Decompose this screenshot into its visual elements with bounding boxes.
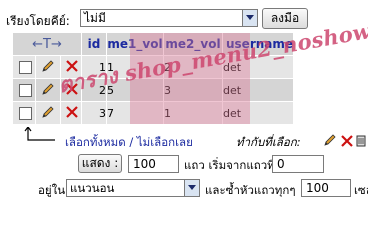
chevron-down-icon[interactable] — [184, 180, 199, 196]
check-all-links: เลือกทั้งหมด / ไม่เลือกเลย — [65, 134, 193, 152]
in-label: อยู่ใน — [38, 183, 66, 197]
pencil-icon[interactable] — [41, 82, 55, 99]
row-checkbox[interactable] — [19, 83, 32, 97]
cell-id: 3 — [82, 102, 106, 124]
check-all-link[interactable]: เลือกทั้งหมด — [65, 135, 126, 149]
rows-from-label: แถว เริ่มจากแถวที่ — [184, 158, 275, 172]
display-mode-select[interactable]: แนวนอน — [66, 179, 200, 197]
cells-label: เซล — [354, 183, 368, 197]
sort-by-label: เรียงโดยคีย์: — [6, 14, 70, 28]
header-id[interactable]: id — [82, 33, 106, 55]
uncheck-all-link[interactable]: ไม่เลือกเลย — [137, 135, 193, 149]
sort-key-select[interactable]: ไม่มี — [80, 9, 258, 27]
repeat-header-input[interactable]: 100 — [301, 179, 351, 197]
display-mode-value: แนวนอน — [70, 181, 115, 195]
start-row-input[interactable]: 0 — [272, 155, 324, 173]
show-button[interactable]: แสดง : — [78, 154, 122, 173]
pencil-icon[interactable] — [323, 134, 337, 150]
row-checkbox[interactable] — [19, 60, 32, 74]
corner-arrow-icon — [23, 126, 59, 148]
bin-icon[interactable] — [356, 135, 366, 150]
delete-x-icon[interactable] — [340, 135, 353, 150]
delete-x-icon[interactable] — [66, 105, 78, 121]
chevron-down-icon[interactable] — [242, 10, 257, 26]
pencil-icon[interactable] — [41, 105, 55, 122]
repeat-header-label: และซ้ำหัวแถวทุกๆ — [205, 183, 296, 197]
with-selected-label: ทำกับที่เลือก: — [236, 135, 301, 149]
link-separator: / — [125, 135, 137, 149]
row-checkbox[interactable] — [19, 106, 32, 120]
sort-key-value: ไม่มี — [84, 11, 106, 25]
with-selected-actions — [323, 133, 366, 150]
column-arrows: ←T→ — [13, 33, 81, 55]
pencil-icon[interactable] — [41, 59, 55, 76]
row-count-input[interactable]: 100 — [128, 155, 179, 173]
